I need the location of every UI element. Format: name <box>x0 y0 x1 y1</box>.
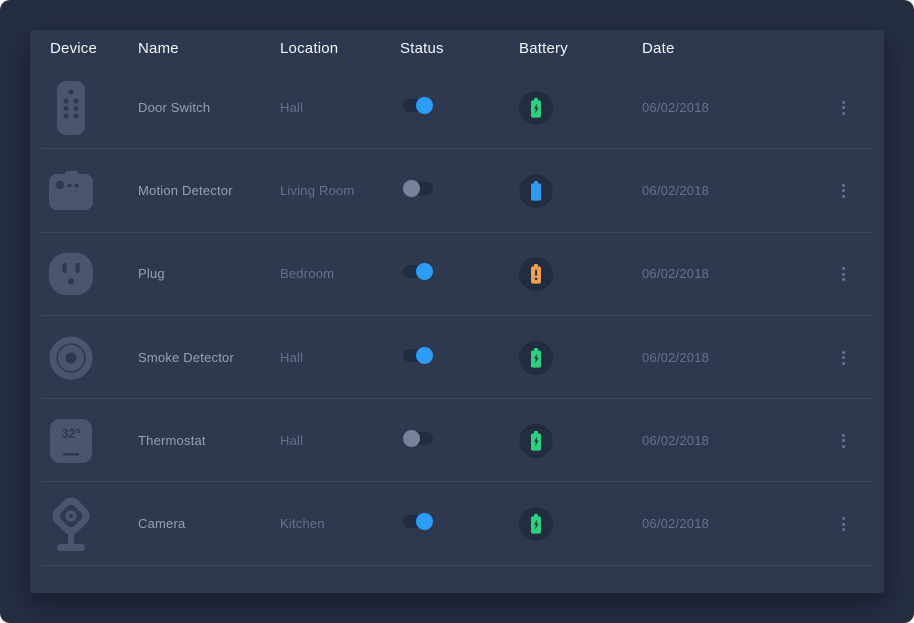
toggle-knob <box>403 180 420 197</box>
battery-charging-icon <box>519 424 553 458</box>
device-name: Door Switch <box>138 100 210 115</box>
table-row: Camera Kitchen 06/02/2018 <box>30 482 884 565</box>
device-date: 06/02/2018 <box>642 266 709 281</box>
table-row: Motion Detector Living Room 06/02/2018 <box>30 149 884 232</box>
battery-low-icon <box>519 257 553 291</box>
device-date: 06/02/2018 <box>642 433 709 448</box>
device-name: Thermostat <box>138 433 206 448</box>
table-body: Door Switch Hall 06/02/2018 Motion Detec… <box>30 66 884 566</box>
svg-text:32°: 32° <box>62 427 81 441</box>
toggle-knob <box>416 97 433 114</box>
col-header-location: Location <box>280 40 400 57</box>
status-toggle[interactable] <box>403 99 433 112</box>
smoke-detector-icon <box>46 335 96 381</box>
table-header: Device Name Location Status Battery Date <box>30 30 884 66</box>
col-header-name: Name <box>138 40 280 57</box>
more-options-button[interactable] <box>838 97 849 119</box>
col-header-date: Date <box>642 40 802 57</box>
more-options-button[interactable] <box>838 263 849 285</box>
more-options-button[interactable] <box>838 180 849 202</box>
battery-charging-icon <box>519 91 553 125</box>
battery-charging-icon <box>519 507 553 541</box>
table-row: Smoke Detector Hall 06/02/2018 <box>30 316 884 399</box>
device-name: Plug <box>138 266 165 281</box>
device-location: Living Room <box>280 183 354 198</box>
toggle-knob <box>416 347 433 364</box>
col-header-status: Status <box>400 40 519 57</box>
device-location: Hall <box>280 350 303 365</box>
status-toggle[interactable] <box>403 432 433 445</box>
more-options-button[interactable] <box>838 347 849 369</box>
status-toggle[interactable] <box>403 349 433 362</box>
more-options-button[interactable] <box>838 430 849 452</box>
thermostat-icon: 32° <box>46 418 96 464</box>
app-window: Device Name Location Status Battery Date… <box>0 0 914 623</box>
status-toggle[interactable] <box>403 265 433 278</box>
status-toggle[interactable] <box>403 515 433 528</box>
device-table-card: Device Name Location Status Battery Date… <box>30 30 884 593</box>
remote-control-icon <box>46 80 96 136</box>
table-row: Plug Bedroom 06/02/2018 <box>30 233 884 316</box>
device-name: Smoke Detector <box>138 350 234 365</box>
device-date: 06/02/2018 <box>642 183 709 198</box>
device-name: Camera <box>138 516 185 531</box>
device-location: Kitchen <box>280 516 325 531</box>
toggle-knob <box>416 263 433 280</box>
device-location: Hall <box>280 433 303 448</box>
device-date: 06/02/2018 <box>642 516 709 531</box>
col-header-battery: Battery <box>519 40 642 57</box>
toggle-knob <box>416 513 433 530</box>
power-outlet-icon <box>46 252 96 296</box>
table-row: 32° Thermostat Hall 06/02/2018 <box>30 399 884 482</box>
battery-full-icon <box>519 174 553 208</box>
camera-icon <box>46 495 96 553</box>
table-row: Door Switch Hall 06/02/2018 <box>30 66 884 149</box>
col-header-device: Device <box>30 40 138 57</box>
motion-detector-icon <box>46 171 96 211</box>
device-date: 06/02/2018 <box>642 100 709 115</box>
status-toggle[interactable] <box>403 182 433 195</box>
device-location: Bedroom <box>280 266 334 281</box>
battery-charging-icon <box>519 341 553 375</box>
more-options-button[interactable] <box>838 513 849 535</box>
toggle-knob <box>403 430 420 447</box>
device-date: 06/02/2018 <box>642 350 709 365</box>
device-name: Motion Detector <box>138 183 233 198</box>
device-location: Hall <box>280 100 303 115</box>
